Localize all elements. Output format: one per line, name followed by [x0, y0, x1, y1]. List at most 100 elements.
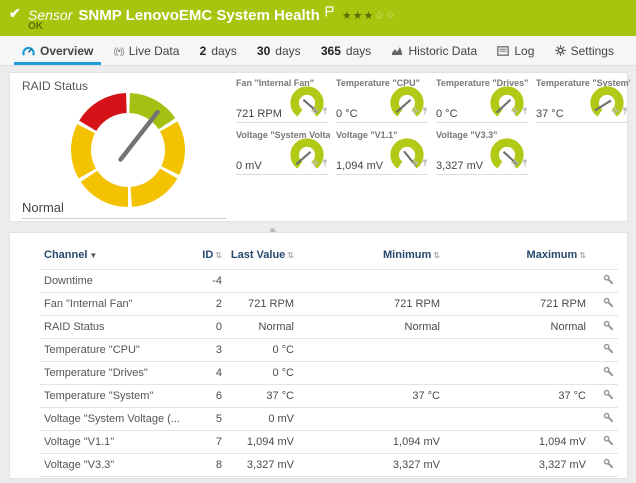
tab-2-days[interactable]: 2 days: [192, 36, 245, 65]
tab-2-days-label: days: [211, 44, 236, 58]
tab-settings[interactable]: Settings: [547, 36, 622, 65]
cell-channel: RAID Status: [40, 316, 188, 339]
cell-id: 7: [188, 431, 226, 454]
cell-id: 5: [188, 408, 226, 431]
priority-stars[interactable]: ★★★☆☆: [342, 10, 396, 22]
gauge-tile-voltage-system-voltage: Voltage "System Voltage (12... 0 mV: [234, 127, 328, 175]
sort-icon: ⇅: [287, 251, 294, 260]
cell-id: 8: [188, 454, 226, 477]
channel-settings-wrench-icon[interactable]: [590, 385, 618, 408]
tab-live-data[interactable]: ((•)) Live Data: [106, 36, 188, 65]
gauge-tile-voltage-v1-1: Voltage "V1.1" 1,094 mV: [334, 127, 428, 175]
gauge-tile-fan-internal-fan: Fan "Internal Fan" 721 RPM: [234, 75, 328, 123]
gear-icon[interactable]: [311, 102, 319, 120]
gear-icon[interactable]: [511, 102, 519, 120]
gear-icon[interactable]: [611, 102, 619, 120]
sensor-title: SNMP LenovoEMC System Health: [78, 7, 319, 24]
gauge-value: 0 °C: [436, 108, 458, 120]
tab-log[interactable]: Log: [489, 36, 542, 65]
tab-overview[interactable]: Overview: [14, 36, 101, 65]
tab-live-data-label: Live Data: [129, 44, 180, 58]
raid-gauge-segment: [79, 93, 127, 131]
cell-channel: Voltage "V3.3": [40, 454, 188, 477]
gauge-icon: [22, 45, 35, 57]
gear-icon[interactable]: [411, 154, 419, 172]
cell-maximum: Normal: [444, 316, 590, 339]
cell-id: 2: [188, 293, 226, 316]
raid-gauge-value-row: Normal: [22, 198, 226, 219]
cell-maximum: 721 RPM: [444, 293, 590, 316]
cell-maximum: 37 °C: [444, 385, 590, 408]
gear-icon[interactable]: [411, 102, 419, 120]
cell-minimum: 1,094 mV: [298, 431, 444, 454]
table-row: Downtime-4: [40, 270, 618, 293]
cell-last-value: 0 °C: [226, 362, 298, 385]
flag-icon[interactable]: [325, 4, 334, 22]
cell-minimum: [298, 362, 444, 385]
table-row: Temperature "System"637 °C37 °C37 °C: [40, 385, 618, 408]
stars-filled: ★★★: [342, 10, 375, 22]
channels-table: Channel▼ ID⇅ Last Value⇅ Minimum⇅ Maximu…: [40, 247, 618, 477]
sort-icon: ⇅: [579, 251, 586, 260]
tab-historic-data[interactable]: Historic Data: [383, 36, 485, 65]
ok-check-icon: ✔: [9, 5, 21, 22]
historic-data-icon: [391, 45, 403, 56]
pin-icon[interactable]: [622, 102, 628, 120]
tab-365-days[interactable]: 365 days: [313, 36, 379, 65]
raid-gauge-needle: [121, 112, 158, 159]
stars-empty: ☆☆: [374, 10, 396, 22]
channel-settings-wrench-icon[interactable]: [590, 339, 618, 362]
column-header-channel[interactable]: Channel▼: [40, 247, 188, 270]
cell-id: -4: [188, 270, 226, 293]
cell-channel: Downtime: [40, 270, 188, 293]
gauge-value: 1,094 mV: [336, 160, 383, 172]
channel-settings-wrench-icon[interactable]: [590, 454, 618, 477]
gauges-panel: RAID Status Normal Fan "Internal Fan" 72…: [9, 72, 628, 222]
cell-id: 3: [188, 339, 226, 362]
gauge-value: 0 °C: [336, 108, 358, 120]
channel-settings-wrench-icon[interactable]: [590, 293, 618, 316]
channel-settings-wrench-icon[interactable]: [590, 362, 618, 385]
channel-settings-wrench-icon[interactable]: [590, 408, 618, 431]
tab-historic-data-label: Historic Data: [408, 44, 477, 58]
column-header-maximum[interactable]: Maximum⇅: [444, 247, 590, 270]
pin-icon[interactable]: [522, 154, 528, 172]
pin-icon[interactable]: [522, 102, 528, 120]
cell-maximum: [444, 270, 590, 293]
gauge-tile-temperature-cpu: Temperature "CPU" 0 °C: [334, 75, 428, 123]
cell-minimum: [298, 270, 444, 293]
pin-icon[interactable]: [422, 102, 428, 120]
cell-channel: Voltage "System Voltage (...: [40, 408, 188, 431]
raid-gauge-segment: [71, 124, 96, 178]
column-header-last-value[interactable]: Last Value⇅: [226, 247, 298, 270]
gauge-value: 721 RPM: [236, 108, 282, 120]
pin-icon[interactable]: [322, 102, 328, 120]
channel-settings-wrench-icon[interactable]: [590, 316, 618, 339]
gauge-value: 3,327 mV: [436, 160, 483, 172]
cell-maximum: [444, 362, 590, 385]
cell-last-value: 37 °C: [226, 385, 298, 408]
cell-last-value: 3,327 mV: [226, 454, 298, 477]
gear-icon[interactable]: [511, 154, 519, 172]
pin-icon[interactable]: [322, 154, 328, 172]
table-body: Downtime-4Fan "Internal Fan"2721 RPM721 …: [40, 270, 618, 477]
pin-icon[interactable]: [422, 154, 428, 172]
raid-gauge-segment: [129, 93, 175, 129]
channel-settings-wrench-icon[interactable]: [590, 431, 618, 454]
tab-bar: Overview ((•)) Live Data 2 days 30 days …: [0, 36, 636, 66]
tab-365-days-num: 365: [321, 44, 341, 58]
table-row: Voltage "System Voltage (...50 mV: [40, 408, 618, 431]
tab-2-days-num: 2: [200, 44, 207, 58]
column-header-id[interactable]: ID⇅: [188, 247, 226, 270]
gear-icon[interactable]: [311, 154, 319, 172]
cell-minimum: 37 °C: [298, 385, 444, 408]
cell-minimum: [298, 339, 444, 362]
channel-settings-wrench-icon[interactable]: [590, 270, 618, 293]
tab-30-days[interactable]: 30 days: [249, 36, 309, 65]
cell-minimum: Normal: [298, 316, 444, 339]
cell-last-value: 721 RPM: [226, 293, 298, 316]
cell-minimum: [298, 408, 444, 431]
cell-channel: Temperature "CPU": [40, 339, 188, 362]
column-header-minimum[interactable]: Minimum⇅: [298, 247, 444, 270]
cell-maximum: 3,327 mV: [444, 454, 590, 477]
